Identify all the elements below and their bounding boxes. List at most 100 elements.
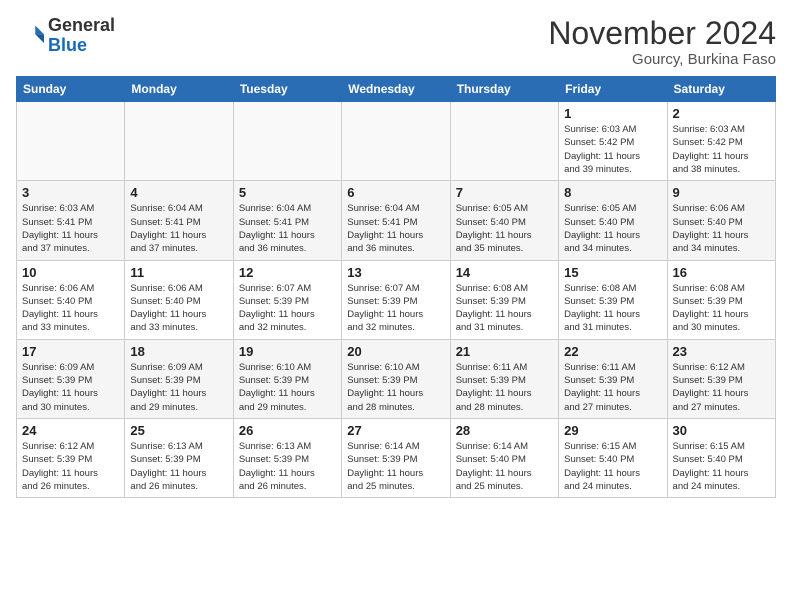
- day-info: Sunrise: 6:06 AMSunset: 5:40 PMDaylight:…: [130, 282, 227, 335]
- logo-general: General: [48, 16, 115, 36]
- calendar-cell: 17 Sunrise: 6:09 AMSunset: 5:39 PMDayligh…: [17, 339, 125, 418]
- calendar-cell: [17, 102, 125, 181]
- day-number: 7: [456, 185, 553, 200]
- location: Gourcy, Burkina Faso: [548, 51, 776, 68]
- calendar-week-row: 1 Sunrise: 6:03 AMSunset: 5:42 PMDaylight…: [17, 102, 776, 181]
- day-number: 28: [456, 423, 553, 438]
- day-number: 13: [347, 265, 444, 280]
- day-info: Sunrise: 6:13 AMSunset: 5:39 PMDaylight:…: [239, 440, 336, 493]
- day-number: 16: [673, 265, 770, 280]
- weekday-header: Sunday: [17, 77, 125, 102]
- day-number: 2: [673, 106, 770, 121]
- day-number: 1: [564, 106, 661, 121]
- calendar-cell: 26Sunrise: 6:13 AMSunset: 5:39 PMDayligh…: [233, 418, 341, 497]
- day-number: 21: [456, 344, 553, 359]
- day-info: Sunrise: 6:10 AMSunset: 5:39 PMDaylight:…: [347, 361, 444, 414]
- day-info: Sunrise: 6:09 AMSunset: 5:39 PMDaylight:…: [130, 361, 227, 414]
- day-info: Sunrise: 6:11 AMSunset: 5:39 PMDaylight:…: [564, 361, 661, 414]
- calendar-cell: 2 Sunrise: 6:03 AMSunset: 5:42 PMDaylight…: [667, 102, 775, 181]
- calendar-cell: 30 Sunrise: 6:15 AMSunset: 5:40 PMDayligh…: [667, 418, 775, 497]
- day-info: Sunrise: 6:10 AMSunset: 5:39 PMDaylight:…: [239, 361, 336, 414]
- day-number: 15: [564, 265, 661, 280]
- calendar-cell: [342, 102, 450, 181]
- day-info: Sunrise: 6:08 AMSunset: 5:39 PMDaylight:…: [456, 282, 553, 335]
- calendar-cell: 14 Sunrise: 6:08 AMSunset: 5:39 PMDayligh…: [450, 260, 558, 339]
- day-info: Sunrise: 6:05 AMSunset: 5:40 PMDaylight:…: [564, 202, 661, 255]
- weekday-header-row: SundayMondayTuesdayWednesdayThursdayFrid…: [17, 77, 776, 102]
- day-number: 14: [456, 265, 553, 280]
- calendar-cell: 16Sunrise: 6:08 AMSunset: 5:39 PMDayligh…: [667, 260, 775, 339]
- day-number: 22: [564, 344, 661, 359]
- day-info: Sunrise: 6:11 AMSunset: 5:39 PMDaylight:…: [456, 361, 553, 414]
- day-info: Sunrise: 6:03 AMSunset: 5:42 PMDaylight:…: [564, 123, 661, 176]
- calendar-cell: 13 Sunrise: 6:07 AMSunset: 5:39 PMDayligh…: [342, 260, 450, 339]
- calendar-cell: 27Sunrise: 6:14 AMSunset: 5:39 PMDayligh…: [342, 418, 450, 497]
- day-number: 6: [347, 185, 444, 200]
- day-number: 19: [239, 344, 336, 359]
- day-number: 18: [130, 344, 227, 359]
- calendar-cell: 8 Sunrise: 6:05 AMSunset: 5:40 PMDaylight…: [559, 181, 667, 260]
- logo-text: General Blue: [48, 16, 115, 56]
- day-number: 25: [130, 423, 227, 438]
- calendar-cell: 20Sunrise: 6:10 AMSunset: 5:39 PMDayligh…: [342, 339, 450, 418]
- title-block: November 2024 Gourcy, Burkina Faso: [548, 16, 776, 68]
- calendar-cell: 15 Sunrise: 6:08 AMSunset: 5:39 PMDayligh…: [559, 260, 667, 339]
- calendar-week-row: 3Sunrise: 6:03 AMSunset: 5:41 PMDaylight…: [17, 181, 776, 260]
- day-number: 5: [239, 185, 336, 200]
- calendar-cell: 3Sunrise: 6:03 AMSunset: 5:41 PMDaylight…: [17, 181, 125, 260]
- calendar-cell: 10 Sunrise: 6:06 AMSunset: 5:40 PMDayligh…: [17, 260, 125, 339]
- day-info: Sunrise: 6:12 AMSunset: 5:39 PMDaylight:…: [673, 361, 770, 414]
- day-info: Sunrise: 6:07 AMSunset: 5:39 PMDaylight:…: [347, 282, 444, 335]
- day-info: Sunrise: 6:05 AMSunset: 5:40 PMDaylight:…: [456, 202, 553, 255]
- day-info: Sunrise: 6:06 AMSunset: 5:40 PMDaylight:…: [673, 202, 770, 255]
- day-number: 4: [130, 185, 227, 200]
- calendar-cell: 22 Sunrise: 6:11 AMSunset: 5:39 PMDayligh…: [559, 339, 667, 418]
- logo-blue: Blue: [48, 36, 115, 56]
- day-info: Sunrise: 6:15 AMSunset: 5:40 PMDaylight:…: [564, 440, 661, 493]
- day-number: 17: [22, 344, 119, 359]
- day-number: 8: [564, 185, 661, 200]
- day-info: Sunrise: 6:12 AMSunset: 5:39 PMDaylight:…: [22, 440, 119, 493]
- logo-icon: [16, 22, 44, 50]
- day-number: 9: [673, 185, 770, 200]
- day-number: 11: [130, 265, 227, 280]
- page: General Blue November 2024 Gourcy, Burki…: [0, 0, 792, 506]
- calendar-cell: 24Sunrise: 6:12 AMSunset: 5:39 PMDayligh…: [17, 418, 125, 497]
- weekday-header: Tuesday: [233, 77, 341, 102]
- day-info: Sunrise: 6:07 AMSunset: 5:39 PMDaylight:…: [239, 282, 336, 335]
- weekday-header: Wednesday: [342, 77, 450, 102]
- calendar-cell: 1 Sunrise: 6:03 AMSunset: 5:42 PMDaylight…: [559, 102, 667, 181]
- month-title: November 2024: [548, 16, 776, 51]
- day-info: Sunrise: 6:06 AMSunset: 5:40 PMDaylight:…: [22, 282, 119, 335]
- calendar-cell: [450, 102, 558, 181]
- calendar-cell: 12 Sunrise: 6:07 AMSunset: 5:39 PMDayligh…: [233, 260, 341, 339]
- day-number: 23: [673, 344, 770, 359]
- calendar-week-row: 24Sunrise: 6:12 AMSunset: 5:39 PMDayligh…: [17, 418, 776, 497]
- calendar-cell: 11 Sunrise: 6:06 AMSunset: 5:40 PMDayligh…: [125, 260, 233, 339]
- day-info: Sunrise: 6:15 AMSunset: 5:40 PMDaylight:…: [673, 440, 770, 493]
- weekday-header: Monday: [125, 77, 233, 102]
- day-info: Sunrise: 6:09 AMSunset: 5:39 PMDaylight:…: [22, 361, 119, 414]
- calendar-cell: 6Sunrise: 6:04 AMSunset: 5:41 PMDaylight…: [342, 181, 450, 260]
- day-number: 3: [22, 185, 119, 200]
- day-info: Sunrise: 6:04 AMSunset: 5:41 PMDaylight:…: [239, 202, 336, 255]
- calendar-cell: 19 Sunrise: 6:10 AMSunset: 5:39 PMDayligh…: [233, 339, 341, 418]
- calendar-cell: 21 Sunrise: 6:11 AMSunset: 5:39 PMDayligh…: [450, 339, 558, 418]
- day-info: Sunrise: 6:13 AMSunset: 5:39 PMDaylight:…: [130, 440, 227, 493]
- calendar-cell: 23 Sunrise: 6:12 AMSunset: 5:39 PMDayligh…: [667, 339, 775, 418]
- day-number: 12: [239, 265, 336, 280]
- calendar-cell: [233, 102, 341, 181]
- day-info: Sunrise: 6:03 AMSunset: 5:42 PMDaylight:…: [673, 123, 770, 176]
- logo: General Blue: [16, 16, 115, 56]
- day-info: Sunrise: 6:14 AMSunset: 5:40 PMDaylight:…: [456, 440, 553, 493]
- day-number: 27: [347, 423, 444, 438]
- calendar-cell: 9 Sunrise: 6:06 AMSunset: 5:40 PMDaylight…: [667, 181, 775, 260]
- day-number: 30: [673, 423, 770, 438]
- day-number: 10: [22, 265, 119, 280]
- weekday-header: Thursday: [450, 77, 558, 102]
- calendar-cell: 25 Sunrise: 6:13 AMSunset: 5:39 PMDayligh…: [125, 418, 233, 497]
- day-info: Sunrise: 6:08 AMSunset: 5:39 PMDaylight:…: [564, 282, 661, 335]
- weekday-header: Friday: [559, 77, 667, 102]
- header: General Blue November 2024 Gourcy, Burki…: [16, 16, 776, 68]
- calendar-cell: 18 Sunrise: 6:09 AMSunset: 5:39 PMDayligh…: [125, 339, 233, 418]
